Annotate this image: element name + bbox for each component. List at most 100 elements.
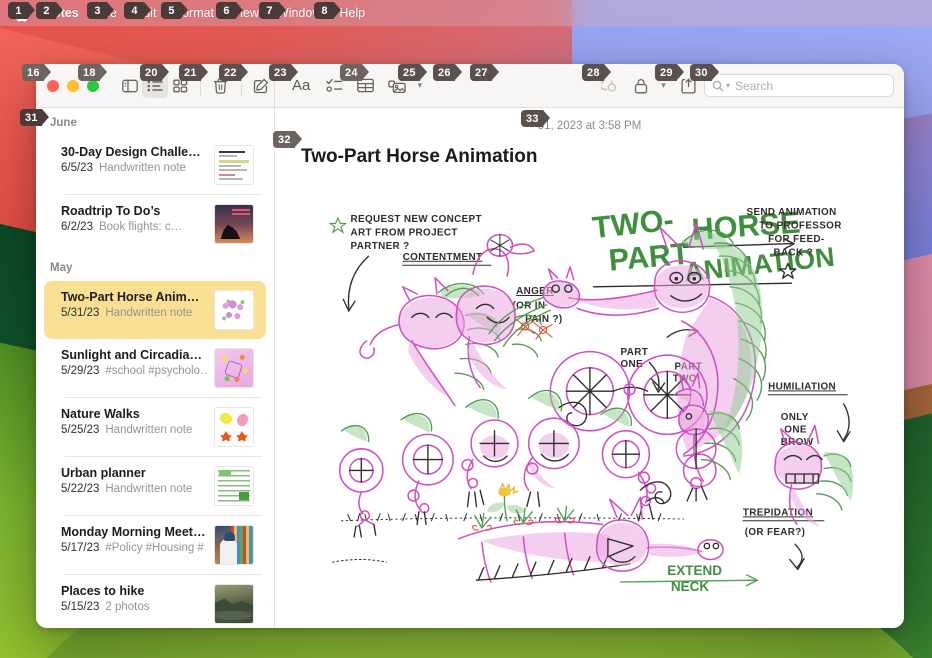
sidebar-toggle-button[interactable]	[117, 73, 142, 98]
search-chevron-down-icon[interactable]: ▾	[726, 81, 730, 90]
svg-text:(OR FEAR?): (OR FEAR?)	[745, 527, 806, 538]
lock-icon	[634, 78, 647, 93]
page-title: Two-Part Horse Animation	[301, 146, 538, 167]
section-header-june: June	[50, 117, 77, 129]
note-item-thumbnail	[214, 145, 254, 185]
annotation-extend-neck: EXTEND NECK	[619, 563, 759, 594]
list-item-selected[interactable]: Two-Part Horse Anima… 5/31/23 Handwritte…	[44, 281, 266, 339]
note-item-subtitle: Handwritten note	[105, 307, 193, 319]
lock-chevron-down-icon[interactable]: ▾	[657, 80, 670, 91]
tag-1: 1	[8, 2, 35, 19]
note-item-thumbnail	[214, 204, 254, 244]
search-placeholder: Search	[735, 78, 774, 93]
note-item-title: Sunlight and Circadian…	[61, 348, 206, 362]
note-item-date: 5/17/23	[61, 542, 100, 554]
tag-6: 6	[216, 2, 243, 19]
search-icon	[712, 80, 724, 92]
svg-text:PART: PART	[621, 347, 649, 358]
note-item-thumbnail	[214, 407, 254, 447]
note-editor[interactable]: 31, 2023 at 3:58 PM Two-Part Horse Anima…	[275, 108, 904, 628]
note-item-date: 6/2/23	[61, 221, 93, 233]
note-item-subtitle: Handwritten note	[105, 483, 193, 495]
note-item-thumbnail	[214, 348, 254, 388]
tag-2: 2	[36, 2, 63, 19]
note-item-subtitle: Handwritten note	[105, 424, 193, 436]
note-item-date: 5/22/23	[61, 483, 100, 495]
svg-text:EXTEND: EXTEND	[667, 563, 722, 578]
tag-16: 16	[22, 64, 51, 81]
svg-text:SEND ANIMATION: SEND ANIMATION	[747, 207, 837, 218]
note-item-thumbnail	[214, 584, 254, 624]
note-item-thumbnail	[214, 466, 254, 506]
list-item[interactable]: Nature Walks 5/25/23 Handwritten note	[44, 398, 266, 456]
tag-22: 22	[219, 64, 248, 81]
search-field[interactable]: ▾ Search	[704, 74, 894, 97]
list-item[interactable]: 30-Day Design Challen… 6/5/23 Handwritte…	[44, 136, 266, 194]
note-timestamp: 31, 2023 at 3:58 PM	[537, 120, 642, 132]
tag-33: 33	[521, 110, 550, 127]
window-controls	[47, 79, 99, 92]
list-item[interactable]: Urban planner 5/22/23 Handwritten note	[44, 457, 266, 515]
svg-text:TO PROFESSOR: TO PROFESSOR	[759, 220, 842, 231]
section-header-may: May	[50, 262, 73, 274]
list-item[interactable]: Roadtrip To Do’s 6/2/23 Book flights: c…	[44, 195, 266, 253]
tag-25: 25	[398, 64, 427, 81]
tag-7: 7	[259, 2, 286, 19]
note-item-date: 5/31/23	[61, 307, 100, 319]
tag-5: 5	[161, 2, 188, 19]
horse-animation-sketch: .ink { fill:none; stroke:#2f2c2b; stroke…	[328, 204, 854, 594]
minimize-button[interactable]	[67, 79, 79, 92]
note-item-date: 5/15/23	[61, 601, 100, 613]
note-item-date: 5/29/23	[61, 365, 100, 377]
note-item-meta: 6/2/23 Book flights: c…	[61, 221, 206, 233]
tag-30: 30	[690, 64, 719, 81]
note-item-text: Nature Walks 5/25/23 Handwritten note	[44, 407, 206, 436]
note-item-title: 30-Day Design Challen…	[61, 145, 206, 159]
svg-text:PARTNER ?: PARTNER ?	[351, 241, 410, 252]
note-item-subtitle: Book flights: c…	[98, 221, 183, 233]
lock-button[interactable]	[625, 73, 656, 98]
note-item-thumbnail	[214, 290, 254, 330]
close-button[interactable]	[47, 79, 59, 92]
list-item[interactable]: Sunlight and Circadian… 5/29/23 #school …	[44, 339, 266, 397]
svg-text:ART FROM PROJECT: ART FROM PROJECT	[351, 228, 458, 239]
svg-text:FOR FEED-: FOR FEED-	[768, 234, 824, 245]
notes-window: Aa ▾ ▾ ▾ Search June 30-Day Design Chall…	[36, 64, 904, 628]
note-item-text: Places to hike 5/15/23 2 photos	[44, 584, 206, 613]
note-item-meta: 5/17/23 #Policy #Housing #…	[61, 542, 206, 554]
list-item[interactable]: Places to hike 5/15/23 2 photos	[44, 575, 266, 628]
svg-text:ONLY: ONLY	[781, 412, 809, 423]
note-item-date: 6/5/23	[61, 162, 93, 174]
note-item-subtitle: Handwritten note	[98, 162, 186, 174]
note-item-title: Nature Walks	[61, 407, 140, 421]
note-item-text: Roadtrip To Do’s 6/2/23 Book flights: c…	[44, 204, 206, 233]
svg-text:REQUEST NEW CONCEPT: REQUEST NEW CONCEPT	[351, 214, 482, 225]
note-item-title: Monday Morning Meeting	[61, 525, 206, 539]
compose-note-icon	[254, 78, 269, 93]
note-item-meta: 6/5/23 Handwritten note	[61, 162, 206, 174]
handwritten-drawing-canvas[interactable]: .ink { fill:none; stroke:#2f2c2b; stroke…	[301, 204, 886, 618]
svg-text:CONTENTMENT: CONTENTMENT	[403, 252, 483, 263]
svg-text:ONE: ONE	[784, 425, 807, 436]
zoom-button[interactable]	[87, 79, 99, 92]
tag-23: 23	[269, 64, 298, 81]
tag-26: 26	[433, 64, 462, 81]
window-body: June 30-Day Design Challen… 6/5/23 Handw…	[36, 108, 904, 628]
note-item-subtitle: #Policy #Housing #…	[105, 542, 206, 554]
list-item[interactable]: Monday Morning Meeting 5/17/23 #Policy #…	[44, 516, 266, 574]
desktop: Notes File Edit Format View Window Help …	[0, 0, 932, 658]
note-item-text: Sunlight and Circadian… 5/29/23 #school …	[44, 348, 206, 377]
tag-27: 27	[470, 64, 499, 81]
note-item-meta: 5/29/23 #school #psycholo…	[61, 365, 206, 377]
svg-text:HUMILIATION: HUMILIATION	[768, 381, 836, 392]
note-item-title: Two-Part Horse Anima…	[61, 290, 206, 304]
note-item-date: 5/25/23	[61, 424, 100, 436]
note-item-title: Urban planner	[61, 466, 146, 480]
note-item-text: 30-Day Design Challen… 6/5/23 Handwritte…	[44, 145, 206, 174]
svg-text:ONE: ONE	[621, 359, 644, 370]
notes-list-sidebar[interactable]: June 30-Day Design Challen… 6/5/23 Handw…	[36, 108, 275, 628]
media-chevron-down-icon[interactable]: ▾	[413, 80, 426, 91]
tag-21: 21	[179, 64, 208, 81]
note-item-subtitle: #school #psycholo…	[105, 365, 206, 377]
note-item-meta: 5/31/23 Handwritten note	[61, 307, 206, 319]
